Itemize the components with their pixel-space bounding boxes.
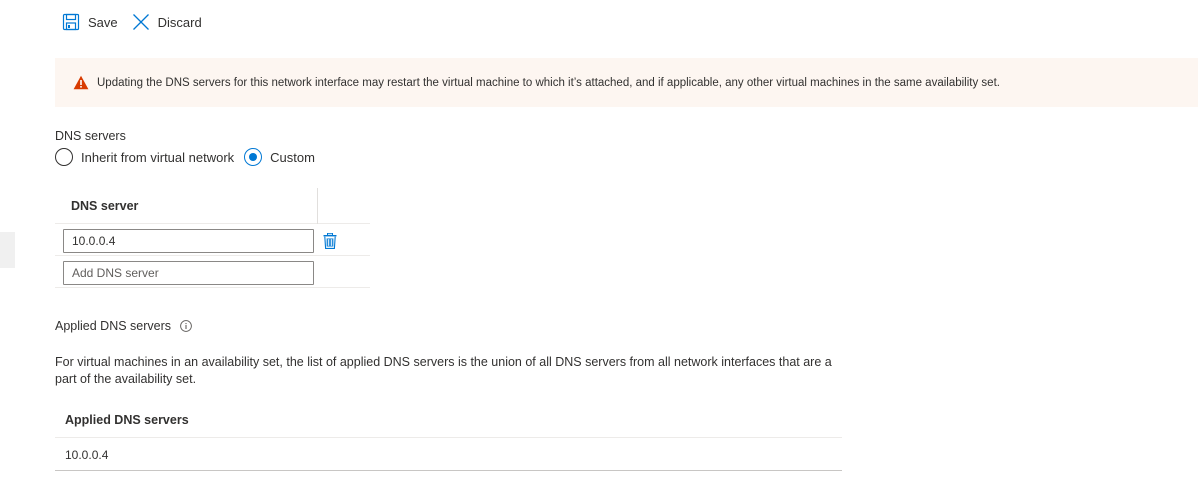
table-row: 10.0.0.4 — [55, 438, 842, 471]
info-icon[interactable] — [180, 320, 192, 332]
side-panel-edge — [0, 232, 15, 268]
command-bar: Save Discard — [62, 10, 216, 34]
radio-label-custom: Custom — [270, 149, 315, 165]
dns-server-column-header: DNS server — [71, 199, 139, 213]
discard-label: Discard — [157, 14, 202, 30]
add-dns-server-input[interactable] — [63, 261, 314, 285]
applied-dns-servers-title: Applied DNS servers — [55, 319, 172, 333]
warning-banner: Updating the DNS servers for this networ… — [55, 58, 1198, 107]
dns-mode-radio-group: Inherit from virtual network Custom — [55, 148, 325, 166]
warning-text: Updating the DNS servers for this networ… — [97, 76, 1000, 89]
table-row — [55, 224, 370, 256]
radio-label-inherit: Inherit from virtual network — [81, 149, 235, 165]
save-icon — [62, 13, 80, 31]
applied-dns-description: For virtual machines in an availability … — [55, 355, 832, 386]
dns-table-header: DNS server — [55, 188, 370, 224]
trash-icon[interactable] — [323, 233, 337, 249]
dns-server-input[interactable] — [63, 229, 314, 253]
radio-inherit-from-virtual-network[interactable]: Inherit from virtual network — [55, 148, 234, 166]
close-icon — [132, 14, 149, 30]
radio-circle-unchecked[interactable] — [55, 148, 73, 166]
applied-dns-servers-label: Applied DNS servers — [55, 319, 192, 333]
save-button[interactable]: Save — [62, 13, 118, 31]
warning-icon — [73, 75, 89, 90]
applied-dns-table: Applied DNS servers 10.0.0.4 — [55, 404, 842, 471]
save-label: Save — [88, 14, 118, 30]
radio-custom[interactable]: Custom — [244, 148, 315, 166]
column-divider — [317, 188, 318, 224]
dns-servers-label: DNS servers — [55, 129, 126, 143]
discard-button[interactable]: Discard — [132, 13, 202, 31]
dns-server-table: DNS server — [55, 188, 370, 288]
applied-dns-column-header: Applied DNS servers — [55, 404, 842, 438]
radio-circle-checked[interactable] — [244, 148, 263, 166]
table-row-add — [55, 256, 370, 288]
